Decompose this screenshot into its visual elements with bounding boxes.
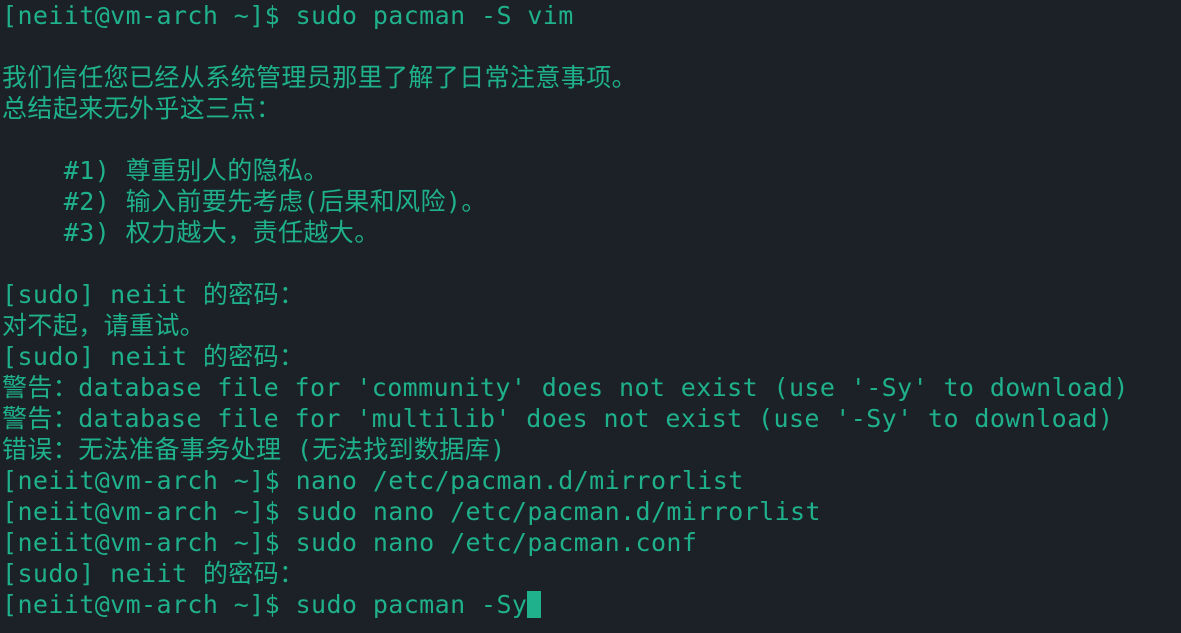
terminal-input-line[interactable]: [neiit@vm-arch ~]$ sudo pacman -Sy	[2, 589, 1181, 620]
terminal-line-rule-1: #1) 尊重别人的隐私。	[2, 156, 329, 185]
terminal-line-command-sudo-nano-mirrorlist: [neiit@vm-arch ~]$ sudo nano /etc/pacman…	[2, 497, 821, 526]
terminal-line-retry-message: 对不起，请重试。	[2, 311, 206, 340]
terminal-line-rule-3: #3) 权力越大，责任越大。	[2, 218, 380, 247]
terminal-line-warning-multilib: 警告：database file for 'multilib' does not…	[2, 404, 1114, 433]
terminal-line-command-install-vim: [neiit@vm-arch ~]$ sudo pacman -S vim	[2, 1, 574, 30]
terminal-line-sudo-lecture: 我们信任您已经从系统管理员那里了解了日常注意事项。	[2, 63, 638, 92]
terminal-current-input[interactable]: [neiit@vm-arch ~]$ sudo pacman -Sy	[2, 590, 527, 619]
terminal-line-sudo-lecture-summary: 总结起来无外乎这三点：	[2, 94, 282, 123]
terminal-window[interactable]: [neiit@vm-arch ~]$ sudo pacman -S vim 我们…	[0, 0, 1181, 633]
terminal-line-command-nano-mirrorlist: [neiit@vm-arch ~]$ nano /etc/pacman.d/mi…	[2, 466, 744, 495]
terminal-line-password-prompt: [sudo] neiit 的密码：	[2, 342, 305, 371]
terminal-line-warning-community: 警告：database file for 'community' does no…	[2, 373, 1129, 402]
terminal-line-password-prompt: [sudo] neiit 的密码：	[2, 280, 305, 309]
terminal-line-password-prompt: [sudo] neiit 的密码：	[2, 559, 305, 588]
terminal-line-rule-2: #2) 输入前要先考虑(后果和风险)。	[2, 187, 487, 216]
text-cursor	[527, 591, 542, 618]
terminal-line-command-sudo-nano-pacman-conf: [neiit@vm-arch ~]$ sudo nano /etc/pacman…	[2, 528, 698, 557]
terminal-line-error-transaction: 错误：无法准备事务处理 (无法找到数据库)	[2, 435, 506, 464]
